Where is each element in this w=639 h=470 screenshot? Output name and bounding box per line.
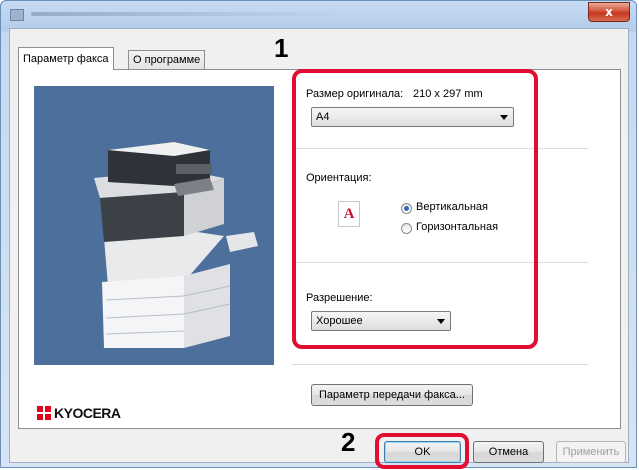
window-title-blurred — [31, 12, 351, 16]
fax-transmission-settings-button[interactable]: Параметр передачи факса... — [311, 384, 473, 406]
cancel-button[interactable]: Отмена — [473, 441, 544, 463]
title-bar[interactable]: x — [1, 1, 636, 27]
printer-preview-image — [34, 86, 274, 365]
kyocera-logo-text: KYOCERA — [54, 405, 121, 421]
printer-illustration — [94, 142, 258, 348]
callout-number-2: 2 — [341, 427, 356, 457]
kyocera-logo-icon — [37, 406, 51, 420]
close-button[interactable]: x — [588, 2, 630, 22]
apply-button[interactable]: Применить — [556, 441, 626, 463]
callout-number-1: 1 — [274, 33, 289, 63]
tab-fax-settings[interactable]: Параметр факса — [18, 47, 114, 70]
app-icon — [10, 9, 24, 21]
callout-box-1 — [292, 69, 538, 349]
separator-3 — [292, 364, 588, 365]
callout-box-2 — [375, 433, 469, 469]
tab-about[interactable]: О программе — [128, 50, 206, 70]
